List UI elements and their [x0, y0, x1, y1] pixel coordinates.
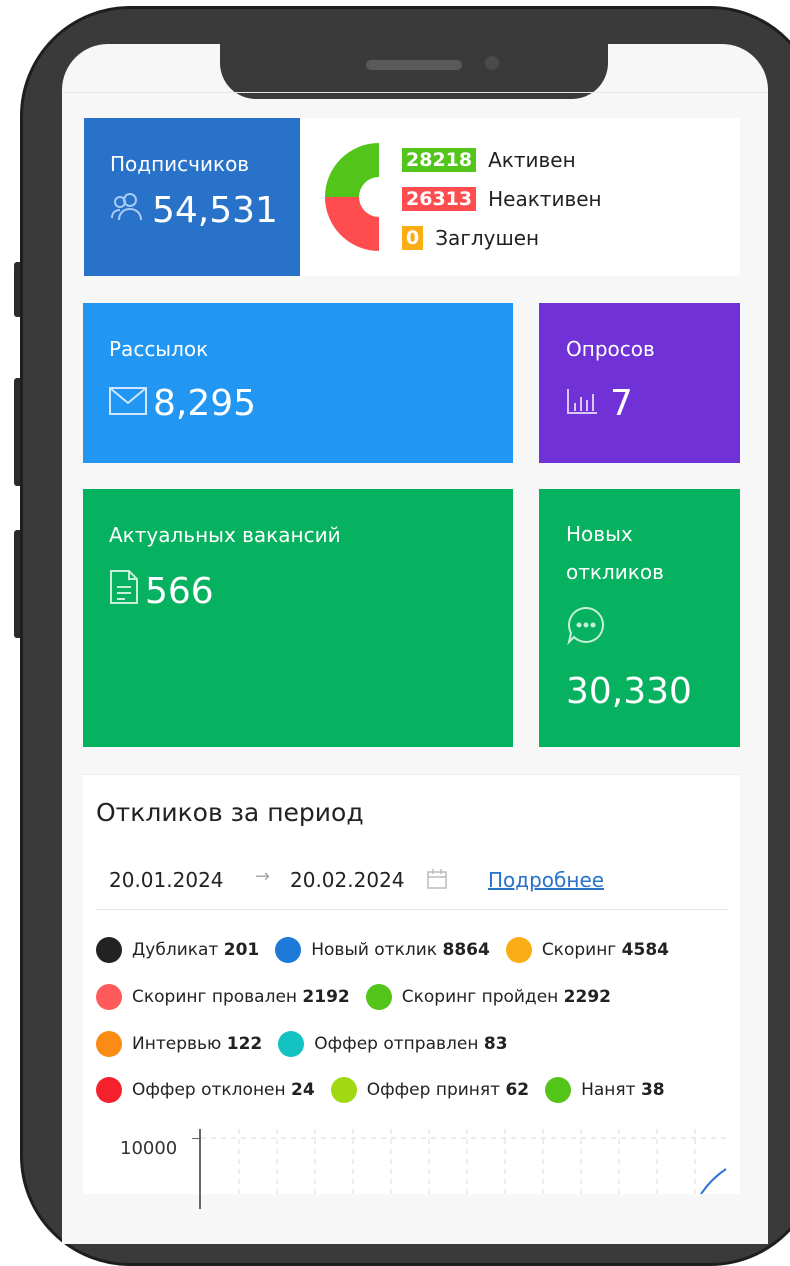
chart-series-line — [700, 1168, 727, 1194]
stat-dot-icon — [96, 1077, 122, 1103]
stat-value: 4584 — [621, 940, 669, 960]
mailings-value-row: 8,295 — [109, 383, 487, 424]
stats-row-1: Дубликат 201 Новый отклик 8864 Скоринг 4… — [96, 937, 669, 963]
new-responses-label-line1: Новых — [566, 522, 633, 546]
subscribers-value: 54,531 — [152, 190, 278, 231]
stat-dot-icon — [278, 1031, 305, 1057]
subscribers-label: Подписчиков — [110, 152, 250, 176]
stat-item-duplicate[interactable]: Дубликат 201 — [96, 937, 259, 963]
stat-dot-icon — [330, 1077, 357, 1103]
stat-label: Оффер отклонен — [132, 1080, 286, 1100]
status-inactive-label: Неактивен — [488, 187, 602, 211]
stat-label: Нанят — [581, 1080, 636, 1100]
polls-value-row: 7 — [566, 383, 713, 424]
document-icon — [109, 569, 139, 614]
users-icon — [110, 190, 146, 231]
status-muted-count: 0 — [402, 226, 424, 250]
status-inactive-count: 26313 — [402, 187, 477, 211]
stat-label: Скоринг провален — [132, 987, 298, 1007]
stat-dot-icon — [96, 984, 122, 1010]
stat-label: Интервью — [132, 1034, 222, 1054]
phone-camera — [485, 56, 499, 70]
section-divider-top — [83, 774, 740, 775]
stat-value: 62 — [505, 1080, 530, 1100]
stat-dot-icon — [505, 937, 532, 963]
polls-value: 7 — [610, 383, 633, 424]
status-muted-row: 0 Заглушен — [402, 226, 539, 250]
date-range-underline — [96, 909, 728, 910]
mail-icon — [109, 383, 147, 424]
period-title: Откликов за период — [96, 798, 364, 827]
stat-value: 38 — [640, 1080, 665, 1100]
calendar-icon[interactable] — [426, 868, 448, 894]
donut-active-segment — [325, 143, 379, 197]
mailings-value: 8,295 — [153, 383, 257, 424]
stat-item-offer-declined[interactable]: Оффер отклонен 24 — [96, 1077, 315, 1103]
stat-label: Новый отклик — [311, 940, 438, 960]
vacancies-value: 566 — [145, 571, 214, 612]
date-to-input[interactable]: 20.02.2024 — [290, 868, 405, 892]
chart-y-tick-label: 10000 — [120, 1138, 178, 1159]
stat-dot-icon — [96, 937, 122, 963]
stat-item-scoring-passed[interactable]: Скоринг пройден 2292 — [365, 984, 611, 1010]
chart-grid — [201, 1129, 731, 1194]
status-muted-label: Заглушен — [435, 226, 540, 250]
stat-item-scoring[interactable]: Скоринг 4584 — [505, 937, 669, 963]
stat-item-hired[interactable]: Нанят 38 — [545, 1077, 665, 1103]
status-active-label: Активен — [488, 148, 576, 172]
vacancies-value-row: 566 — [109, 569, 487, 614]
more-details-link[interactable]: Подробнее — [488, 868, 604, 892]
stat-label: Скоринг пройден — [401, 987, 559, 1007]
stat-item-interview[interactable]: Интервью 122 — [96, 1031, 262, 1057]
stat-item-offer-sent[interactable]: Оффер отправлен 83 — [278, 1031, 508, 1057]
new-responses-label: Новых откликов — [566, 515, 713, 591]
stats-row-3: Интервью 122 Оффер отправлен 83 — [96, 1031, 508, 1057]
chart-y-tick — [192, 1138, 200, 1139]
new-responses-card[interactable]: Новых откликов 30,330 — [539, 489, 740, 747]
stat-value: 83 — [483, 1034, 508, 1054]
subscriber-status-donut — [325, 143, 379, 251]
stat-value: 122 — [226, 1034, 263, 1054]
screen-top-divider — [62, 92, 768, 93]
stat-value: 2192 — [302, 987, 350, 1007]
stat-item-scoring-failed[interactable]: Скоринг провален 2192 — [96, 984, 350, 1010]
stat-value: 201 — [223, 940, 260, 960]
date-from-input[interactable]: 20.01.2024 — [109, 868, 224, 892]
stat-label: Оффер отправлен — [314, 1034, 479, 1054]
stat-dot-icon — [545, 1077, 572, 1103]
polls-label: Опросов — [566, 337, 655, 361]
subscribers-card[interactable]: Подписчиков 54,531 — [84, 118, 300, 276]
status-active-row: 28218 Активен — [402, 148, 576, 172]
stat-label: Дубликат — [132, 940, 219, 960]
stats-row-2: Скоринг провален 2192 Скоринг пройден 22… — [96, 984, 611, 1010]
stat-value: 24 — [291, 1080, 315, 1100]
bar-chart-icon — [566, 383, 598, 424]
status-inactive-row: 26313 Неактивен — [402, 187, 602, 211]
vacancies-card[interactable]: Актуальных вакансий 566 — [83, 489, 513, 747]
stat-item-new-response[interactable]: Новый отклик 8864 — [275, 937, 490, 963]
arrow-right-icon: → — [255, 866, 271, 887]
phone-notch — [220, 44, 608, 99]
new-responses-value: 30,330 — [566, 671, 692, 712]
stats-row-4: Оффер отклонен 24 Оффер принят 62 Нанят … — [96, 1077, 665, 1103]
vacancies-label: Актуальных вакансий — [109, 523, 341, 547]
mailings-card[interactable]: Рассылок 8,295 — [83, 303, 513, 463]
polls-card[interactable]: Опросов 7 — [539, 303, 740, 463]
stat-item-offer-accepted[interactable]: Оффер принят 62 — [330, 1077, 530, 1103]
stat-dot-icon — [275, 937, 302, 963]
status-active-count: 28218 — [402, 148, 477, 172]
chat-icon — [566, 605, 713, 649]
stat-label: Скоринг — [541, 940, 617, 960]
stat-label: Оффер принят — [366, 1080, 501, 1100]
donut-inactive-segment — [325, 197, 379, 251]
subscribers-value-row: 54,531 — [110, 190, 278, 231]
stat-value: 2292 — [563, 987, 611, 1007]
stat-dot-icon — [365, 984, 392, 1010]
stat-dot-icon — [96, 1031, 122, 1057]
phone-speaker — [366, 60, 462, 70]
new-responses-label-line2: откликов — [566, 560, 664, 584]
stat-value: 8864 — [442, 940, 490, 960]
mailings-label: Рассылок — [109, 337, 209, 361]
